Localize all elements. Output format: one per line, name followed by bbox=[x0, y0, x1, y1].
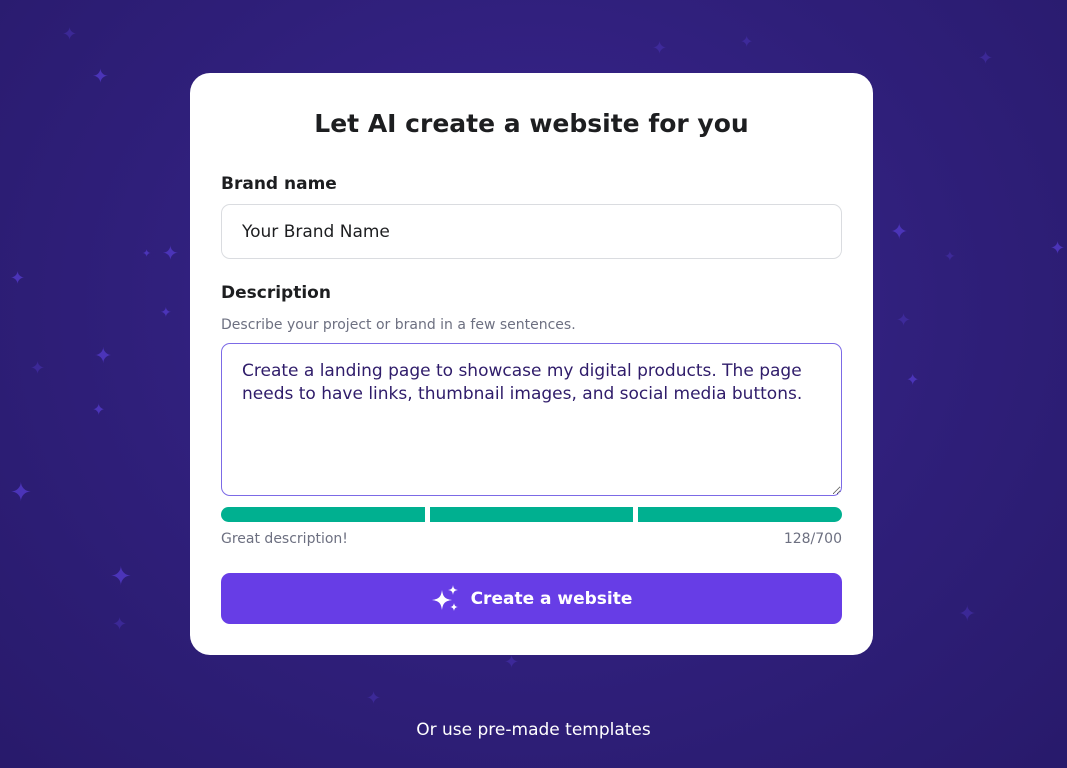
sparkle-icon: ✦ bbox=[890, 220, 909, 245]
sparkle-icon: ✦ bbox=[30, 358, 46, 379]
quality-segment bbox=[638, 507, 843, 522]
sparkle-icon: ✦ bbox=[160, 305, 172, 321]
sparkle-icon: ✦ bbox=[110, 562, 132, 592]
sparkle-icon: ✦ bbox=[94, 344, 113, 369]
sparkle-icon: ✦ bbox=[366, 688, 382, 709]
brand-name-label: Brand name bbox=[221, 174, 337, 194]
sparkle-icon: ✦ bbox=[62, 24, 78, 45]
sparkle-icon: ✦ bbox=[10, 478, 32, 508]
create-website-label: Create a website bbox=[470, 588, 633, 609]
sparkle-icon: ✦ bbox=[958, 602, 977, 627]
sparkle-icon: ✦ bbox=[10, 268, 26, 289]
sparkle-icon: ✦ bbox=[944, 249, 956, 265]
sparkle-icon: ✦ bbox=[504, 652, 520, 673]
sparkle-icon: ✦ bbox=[652, 38, 668, 59]
sparkle-icon: ✦ bbox=[142, 247, 152, 260]
sparkle-icon: ✦ bbox=[740, 32, 754, 51]
sparkle-icon: ✦ bbox=[92, 400, 106, 419]
sparkle-icon: ✦ bbox=[162, 241, 179, 265]
character-counter: 128/700 bbox=[783, 531, 842, 547]
sparkle-icon: ✦ bbox=[92, 64, 109, 88]
description-hint: Describe your project or brand in a few … bbox=[221, 317, 576, 333]
sparkle-icon: ✦ bbox=[906, 370, 920, 389]
quality-message: Great description! bbox=[221, 531, 348, 547]
pre-made-templates-link[interactable]: Or use pre-made templates bbox=[0, 720, 1067, 740]
quality-segment bbox=[221, 507, 425, 522]
quality-status-row: Great description! 128/700 bbox=[221, 531, 842, 547]
description-quality-meter bbox=[221, 507, 843, 522]
card-title: Let AI create a website for you bbox=[314, 109, 749, 138]
brand-name-input[interactable] bbox=[221, 204, 842, 259]
sparkle-icon: ✦ bbox=[112, 614, 128, 635]
sparkle-icon: ✦ bbox=[978, 48, 994, 69]
sparkle-icon: ✦ bbox=[896, 310, 912, 331]
description-textarea[interactable]: Create a landing page to showcase my dig… bbox=[221, 343, 842, 496]
sparkle-icon: ✦ bbox=[1050, 238, 1066, 259]
ai-website-card: Let AI create a website for you Brand na… bbox=[190, 73, 873, 655]
create-website-button[interactable]: Create a website bbox=[221, 573, 842, 624]
sparkles-icon bbox=[431, 584, 461, 614]
quality-segment bbox=[429, 507, 634, 522]
description-label: Description bbox=[221, 283, 331, 303]
